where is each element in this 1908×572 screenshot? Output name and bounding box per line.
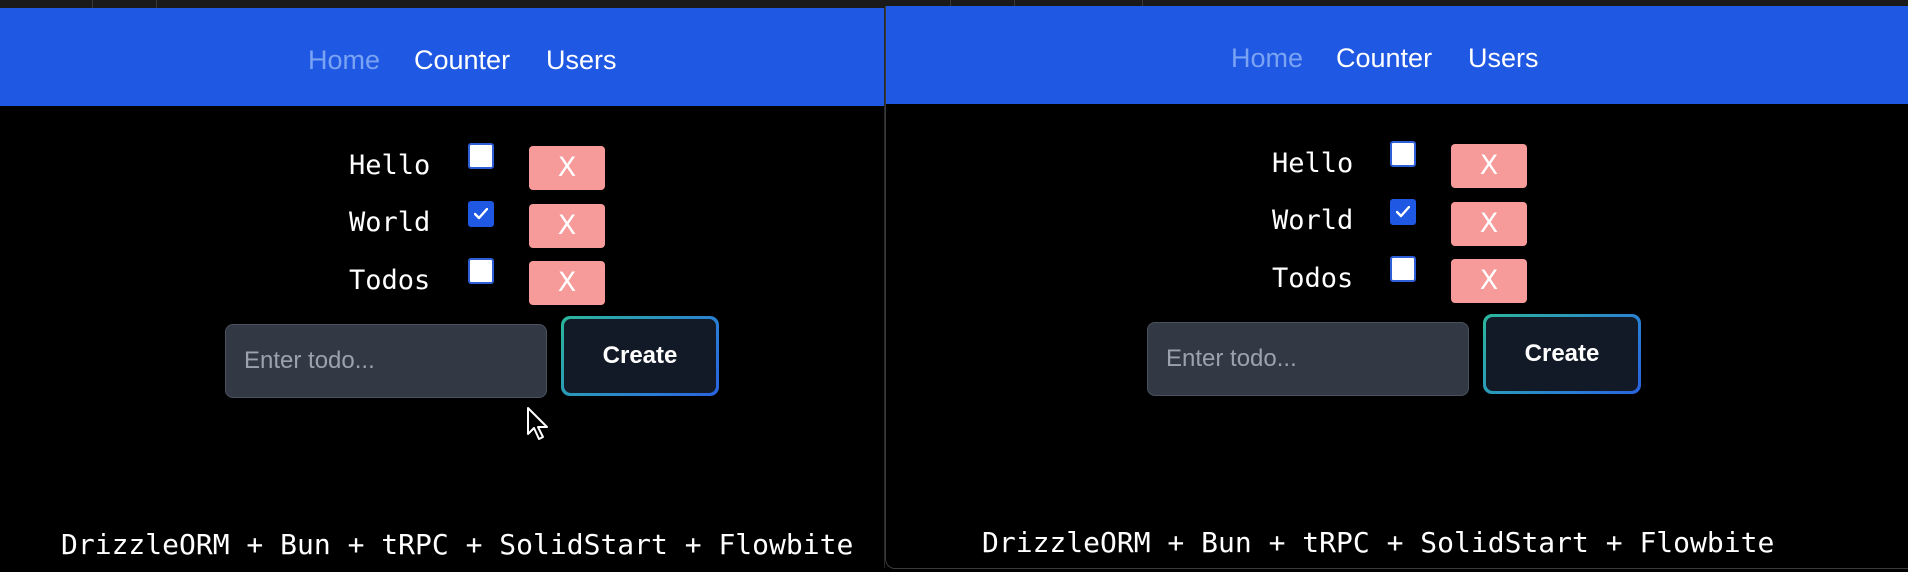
todo-checkbox[interactable]: [468, 258, 494, 284]
check-icon: [1396, 206, 1410, 218]
todo-input[interactable]: [225, 324, 547, 398]
navbar: Home Counter Users: [0, 8, 884, 106]
todo-checkbox[interactable]: [468, 201, 494, 227]
todo-label: World: [349, 207, 431, 238]
check-icon: [474, 208, 488, 220]
create-button-border: Create: [1483, 314, 1641, 394]
todo-label: World: [1272, 205, 1354, 236]
todo-checkbox[interactable]: [1390, 199, 1416, 225]
nav-home-link[interactable]: Home: [308, 44, 380, 76]
mouse-pointer-icon: [527, 407, 548, 440]
nav-counter-link[interactable]: Counter: [1336, 42, 1432, 74]
todo-label: Hello: [349, 150, 431, 181]
todo-input[interactable]: [1147, 322, 1469, 396]
nav-counter-link[interactable]: Counter: [414, 44, 510, 76]
footer-tech-stack: DrizzleORM + Bun + tRPC + SolidStart + F…: [982, 526, 1775, 559]
browser-window-right: Home Counter Users Hello X World X Todos…: [885, 6, 1908, 569]
delete-todo-button[interactable]: X: [1451, 259, 1527, 303]
delete-todo-button[interactable]: X: [1451, 202, 1527, 246]
create-button-border: Create: [561, 316, 719, 396]
delete-todo-button[interactable]: X: [529, 204, 605, 248]
create-button[interactable]: Create: [1486, 317, 1638, 391]
strip-divider: [92, 0, 93, 8]
todo-checkbox[interactable]: [1390, 141, 1416, 167]
todo-label: Todos: [349, 265, 431, 296]
browser-window-left: Home Counter Users Hello X World X Todos…: [0, 8, 885, 568]
nav-users-link[interactable]: Users: [546, 44, 617, 76]
strip-divider: [156, 0, 157, 8]
delete-todo-button[interactable]: X: [529, 261, 605, 305]
navbar: Home Counter Users: [886, 6, 1908, 104]
todo-label: Todos: [1272, 263, 1354, 294]
delete-todo-button[interactable]: X: [1451, 144, 1527, 188]
create-button[interactable]: Create: [564, 319, 716, 393]
nav-home-link[interactable]: Home: [1231, 42, 1303, 74]
todo-checkbox[interactable]: [468, 143, 494, 169]
nav-users-link[interactable]: Users: [1468, 42, 1539, 74]
todo-label: Hello: [1272, 148, 1354, 179]
todo-checkbox[interactable]: [1390, 256, 1416, 282]
delete-todo-button[interactable]: X: [529, 146, 605, 190]
footer-tech-stack: DrizzleORM + Bun + tRPC + SolidStart + F…: [61, 528, 854, 561]
desktop: Home Counter Users Hello X World X Todos…: [0, 0, 1908, 572]
